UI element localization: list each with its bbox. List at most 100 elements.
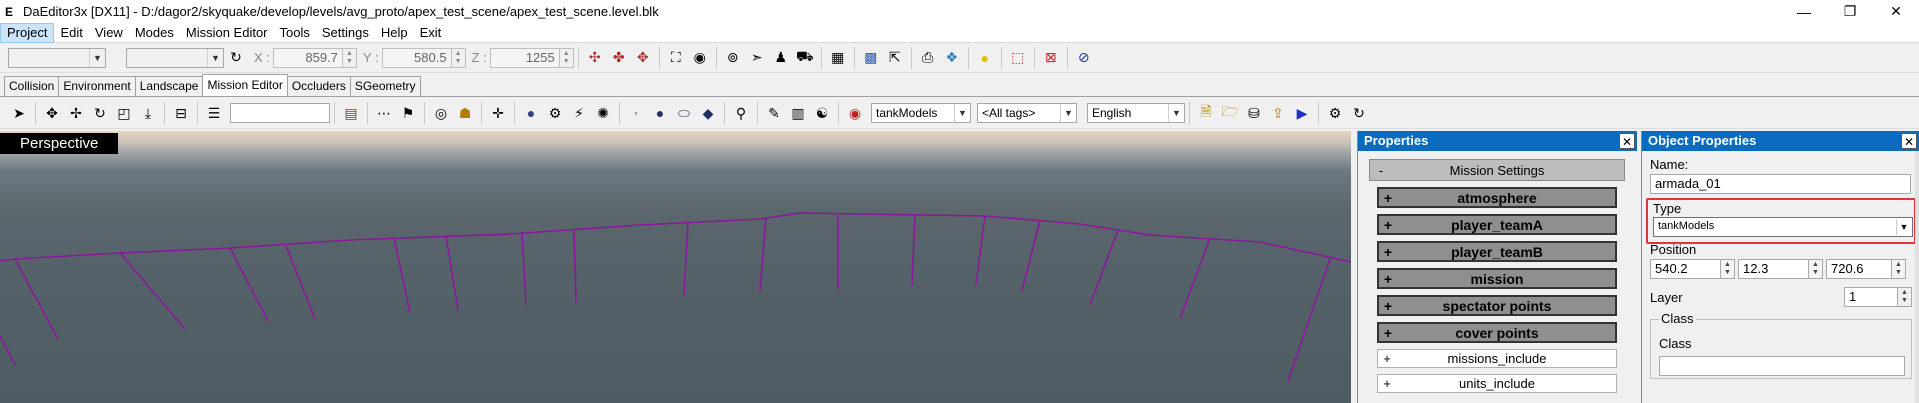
menu-view[interactable]: View	[89, 23, 129, 43]
position-z-spinner[interactable]: ▲ ▼	[1892, 259, 1906, 279]
record-icon[interactable]: ◉	[844, 102, 866, 124]
layer-field[interactable]: 1	[1844, 287, 1898, 307]
menu-settings[interactable]: Settings	[316, 23, 375, 43]
new-file-icon[interactable]: 🗎	[1195, 102, 1217, 124]
trigger-icon[interactable]: ⚙	[544, 102, 566, 124]
effect-icon[interactable]: ✺	[592, 102, 614, 124]
menu-project[interactable]: Project	[0, 22, 55, 43]
camera-fly-icon[interactable]: ➣	[746, 47, 768, 69]
save-icon[interactable]: ⛁	[1243, 102, 1265, 124]
close-window-button[interactable]: ✕	[1873, 0, 1919, 23]
position-y-spinner[interactable]: ▲ ▼	[1809, 259, 1823, 279]
area-icon[interactable]: ⚑	[397, 102, 419, 124]
drop-icon[interactable]: ⤓	[137, 102, 159, 124]
group-atmosphere[interactable]: + atmosphere	[1377, 187, 1617, 208]
move-icon[interactable]: ✥	[41, 102, 63, 124]
tags-select[interactable]: <All tags> ▼	[977, 103, 1077, 123]
name-field[interactable]: armada_01	[1650, 174, 1911, 194]
disable-render-icon[interactable]: ⊠	[1040, 47, 1062, 69]
refresh-icon[interactable]: ↻	[225, 47, 247, 69]
tab-environment[interactable]: Environment	[58, 76, 136, 96]
group-units-include[interactable]: + units_include	[1377, 374, 1617, 393]
tab-mission-editor[interactable]: Mission Editor	[202, 74, 288, 96]
menu-tools[interactable]: Tools	[274, 23, 316, 43]
tiles-icon[interactable]: ▩	[860, 47, 882, 69]
gizmo-icon[interactable]: ✛	[487, 102, 509, 124]
class-select[interactable]	[1659, 356, 1905, 376]
snap-scale-icon[interactable]: ✥	[632, 47, 654, 69]
scene-icon[interactable]: ☯	[811, 102, 833, 124]
barcode-icon[interactable]: ▥	[787, 102, 809, 124]
eye-icon[interactable]: ◉	[689, 47, 711, 69]
path-icon[interactable]: ⚡	[568, 102, 590, 124]
tab-occluders[interactable]: Occluders	[286, 76, 351, 96]
z-spinner[interactable]: ▲ ▼	[559, 47, 574, 68]
menu-edit[interactable]: Edit	[54, 23, 88, 43]
group-mission[interactable]: + mission	[1377, 268, 1617, 289]
y-coordinate-field[interactable]: 580.5	[381, 47, 452, 68]
position-x-spinner[interactable]: ▲ ▼	[1721, 259, 1735, 279]
snap-angle-icon[interactable]: ✤	[608, 47, 630, 69]
debug-icon[interactable]: ⬚	[1007, 47, 1029, 69]
group-player-teamb[interactable]: + player_teamB	[1377, 241, 1617, 262]
target-icon[interactable]: ◎	[430, 102, 452, 124]
menu-exit[interactable]: Exit	[414, 23, 448, 43]
type-select[interactable]: tankModels ▼	[1653, 217, 1913, 237]
move-surface-icon[interactable]: ✢	[65, 102, 87, 124]
point-icon[interactable]: ▫	[625, 102, 647, 124]
character-icon[interactable]: ♟	[770, 47, 792, 69]
position-z-field[interactable]: 720.6	[1826, 259, 1892, 279]
language-select[interactable]: English ▼	[1087, 103, 1185, 123]
tornado-icon[interactable]: ⚲	[730, 102, 752, 124]
position-y-field[interactable]: 12.3	[1738, 259, 1809, 279]
close-icon[interactable]: ✕	[1619, 133, 1635, 149]
sphere-icon[interactable]: ●	[520, 102, 542, 124]
group-spectator-points[interactable]: + spectator points	[1377, 295, 1617, 316]
coord-system-select[interactable]: ▼	[126, 47, 224, 68]
x-spinner[interactable]: ▲ ▼	[342, 47, 357, 68]
camera-free-icon[interactable]: ⊚	[722, 47, 744, 69]
tab-sgeometry[interactable]: SGeometry	[349, 76, 421, 96]
no-entry-icon[interactable]: ⊘	[1073, 47, 1095, 69]
settings-icon[interactable]: ⚙	[1324, 102, 1346, 124]
mission-settings-section[interactable]: - Mission Settings	[1369, 159, 1625, 181]
select-by-name-icon[interactable]: ⊟	[170, 102, 192, 124]
scrollbar[interactable]	[1915, 151, 1919, 403]
maximize-button[interactable]: ❐	[1827, 0, 1873, 23]
layer-spinner[interactable]: ▲ ▼	[1898, 287, 1912, 307]
collapse-toggle[interactable]: -	[1370, 163, 1392, 178]
snap-mode-select[interactable]: ▼	[8, 47, 106, 68]
menu-mission-editor[interactable]: Mission Editor	[180, 23, 274, 43]
rotate-icon[interactable]: ↻	[89, 102, 111, 124]
tab-collision[interactable]: Collision	[4, 76, 60, 96]
nav-icon[interactable]: ⇱	[884, 47, 906, 69]
sphere-zone-icon[interactable]: ●	[649, 102, 671, 124]
layers-icon[interactable]: ▤	[340, 102, 362, 124]
z-coordinate-field[interactable]: 1255	[489, 47, 560, 68]
snap-grid-icon[interactable]: ✣	[584, 47, 606, 69]
position-x-field[interactable]: 540.2	[1650, 259, 1721, 279]
perspective-viewport[interactable]: Perspective	[0, 131, 1351, 403]
scale-icon[interactable]: ◰	[113, 102, 135, 124]
sun-icon[interactable]: ●	[974, 47, 996, 69]
search-input[interactable]	[230, 103, 330, 123]
group-cover-points[interactable]: + cover points	[1377, 322, 1617, 343]
vehicle-icon[interactable]: ⛟	[794, 47, 816, 69]
x-coordinate-field[interactable]: 859.7	[272, 47, 343, 68]
edit-icon[interactable]: ✎	[763, 102, 785, 124]
tab-landscape[interactable]: Landscape	[134, 76, 204, 96]
model-select[interactable]: tankModels ▼	[871, 103, 971, 123]
close-icon[interactable]: ✕	[1901, 133, 1917, 149]
screenshot-icon[interactable]: ⎙	[917, 47, 939, 69]
environment-icon[interactable]: ❖	[941, 47, 963, 69]
play-icon[interactable]: ▶	[1291, 102, 1313, 124]
group-player-teama[interactable]: + player_teamA	[1377, 214, 1617, 235]
list-icon[interactable]: ☰	[203, 102, 225, 124]
grid-icon[interactable]: ▦	[827, 47, 849, 69]
box-zone-icon[interactable]: ◆	[697, 102, 719, 124]
select-arrow-icon[interactable]: ➤	[8, 102, 30, 124]
zoom-extents-icon[interactable]: ⛶	[665, 47, 687, 69]
unit-icon[interactable]: ☗	[454, 102, 476, 124]
menu-modes[interactable]: Modes	[129, 23, 180, 43]
reload-icon[interactable]: ↻	[1348, 102, 1370, 124]
